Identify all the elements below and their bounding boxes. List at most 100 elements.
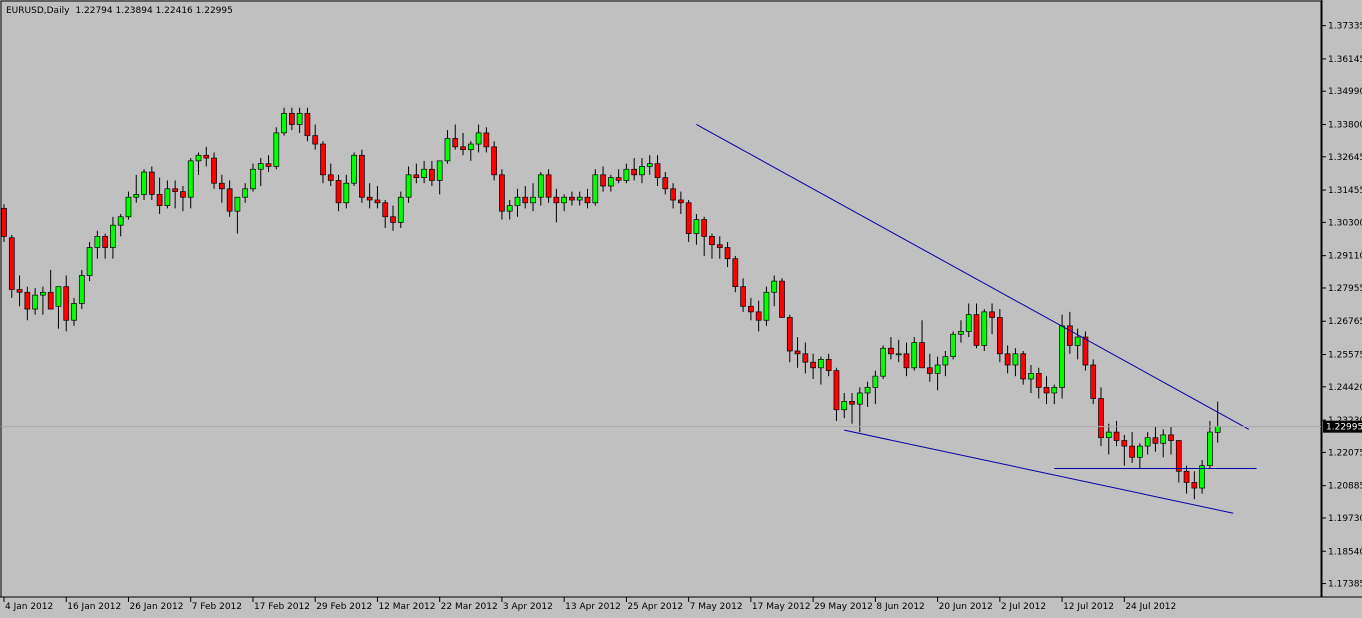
x-tick-label: 3 Apr 2012	[503, 602, 553, 612]
candle-body	[592, 174, 599, 204]
candle-body	[989, 311, 995, 318]
candle	[8, 234, 15, 298]
symbol-label: EURUSD,Daily	[6, 6, 70, 16]
candle-body	[265, 163, 272, 167]
candle-body	[343, 182, 350, 204]
candle-body	[1020, 353, 1027, 380]
candle-body	[444, 138, 451, 162]
candle-body	[226, 188, 233, 212]
candle	[273, 127, 280, 170]
candle-body	[172, 188, 179, 192]
candle-body	[771, 280, 778, 293]
candle-body	[996, 317, 1003, 355]
candle-body	[1074, 336, 1081, 346]
x-tick-label: 20 Jun 2012	[939, 602, 993, 612]
candle-body	[148, 171, 155, 195]
candlestick-chart[interactable]: 1.37335 1.36145 1.34990 1.33800 1.32645 1.314…	[0, 0, 1362, 614]
x-tick-label: 29 Feb 2012	[316, 602, 372, 612]
candle-body	[289, 112, 295, 125]
x-tick-label: 7 May 2012	[690, 602, 743, 612]
candle-body	[413, 174, 420, 178]
candle-body	[530, 196, 536, 204]
candle-body	[1113, 431, 1120, 441]
candle-body	[1207, 431, 1213, 467]
candle-body	[499, 174, 505, 212]
candle-body	[1043, 387, 1050, 394]
candle-body	[763, 291, 770, 321]
candle-body	[833, 370, 840, 411]
candle-body	[639, 166, 645, 176]
y-tick-label: 1.20885	[1328, 482, 1362, 492]
y-tick-label: 1.32645	[1328, 153, 1362, 163]
candle-body	[654, 163, 661, 178]
y-tick-label: 1.26765	[1328, 317, 1362, 327]
candle-body	[1168, 434, 1174, 441]
candle-body	[1098, 398, 1104, 439]
candle-body	[242, 188, 249, 198]
y-tick-label: 1.19730	[1328, 514, 1362, 524]
candle-body	[366, 196, 373, 201]
last-price-label: 1.22995	[1326, 423, 1362, 433]
candle	[211, 152, 217, 189]
x-tick-label: 25 Apr 2012	[627, 602, 683, 612]
candle-body	[701, 219, 708, 237]
y-tick-label: 1.33800	[1328, 120, 1362, 130]
candle-body	[623, 168, 630, 181]
y-tick-label: 1.22075	[1328, 448, 1362, 458]
candle-body	[71, 303, 77, 321]
candle-body	[195, 154, 202, 162]
candle-body	[32, 294, 38, 310]
y-tick-label: 1.31455	[1328, 186, 1362, 196]
candle-body	[273, 132, 280, 167]
x-tick-label: 22 Mar 2012	[441, 602, 498, 612]
candle-body	[553, 196, 560, 204]
candle	[950, 331, 957, 360]
candle-body	[1082, 336, 1089, 366]
candle-body	[187, 160, 194, 198]
candle-body	[304, 112, 311, 137]
candle-body	[685, 202, 692, 234]
x-tick-label: 13 Apr 2012	[565, 602, 621, 612]
candle-body	[55, 286, 62, 307]
candle-body	[584, 196, 591, 204]
candle-body	[390, 216, 396, 223]
candle-body	[429, 168, 435, 181]
candle-body	[125, 196, 132, 218]
candle-body	[607, 177, 614, 187]
y-tick-label: 1.30300	[1328, 218, 1362, 228]
candle-body	[934, 364, 941, 374]
candle	[397, 191, 404, 228]
candle-body	[786, 317, 793, 352]
candle-body	[164, 188, 171, 206]
candle-body	[257, 163, 264, 170]
candle	[592, 169, 599, 206]
candle-body	[1090, 364, 1097, 399]
candle-body	[24, 291, 31, 310]
candle-body	[514, 196, 521, 206]
y-tick-label: 1.27955	[1328, 284, 1362, 294]
candle-body	[919, 342, 925, 369]
candle-body	[133, 194, 140, 198]
candle-body	[467, 143, 474, 151]
candle-body	[180, 191, 186, 198]
x-tick-label: 26 Jan 2012	[129, 602, 183, 612]
candle-body	[359, 154, 365, 198]
candle-body	[1191, 482, 1198, 489]
candle-body	[1160, 434, 1167, 444]
candle-body	[724, 247, 731, 260]
candle-body	[117, 216, 124, 226]
candle-body	[1214, 426, 1221, 433]
candle-body	[1129, 445, 1135, 458]
candle-body	[1067, 325, 1073, 346]
y-tick-label: 1.25575	[1328, 351, 1362, 361]
candle-body	[662, 177, 669, 190]
candle-body	[631, 168, 638, 176]
x-tick-label: 2 Jul 2012	[1001, 602, 1046, 612]
candle-body	[86, 247, 93, 276]
candle-body	[670, 188, 676, 201]
candle-body	[973, 314, 980, 346]
candle	[491, 141, 497, 181]
candle-body	[211, 157, 217, 184]
candle-body	[841, 401, 848, 411]
candle	[779, 278, 785, 318]
